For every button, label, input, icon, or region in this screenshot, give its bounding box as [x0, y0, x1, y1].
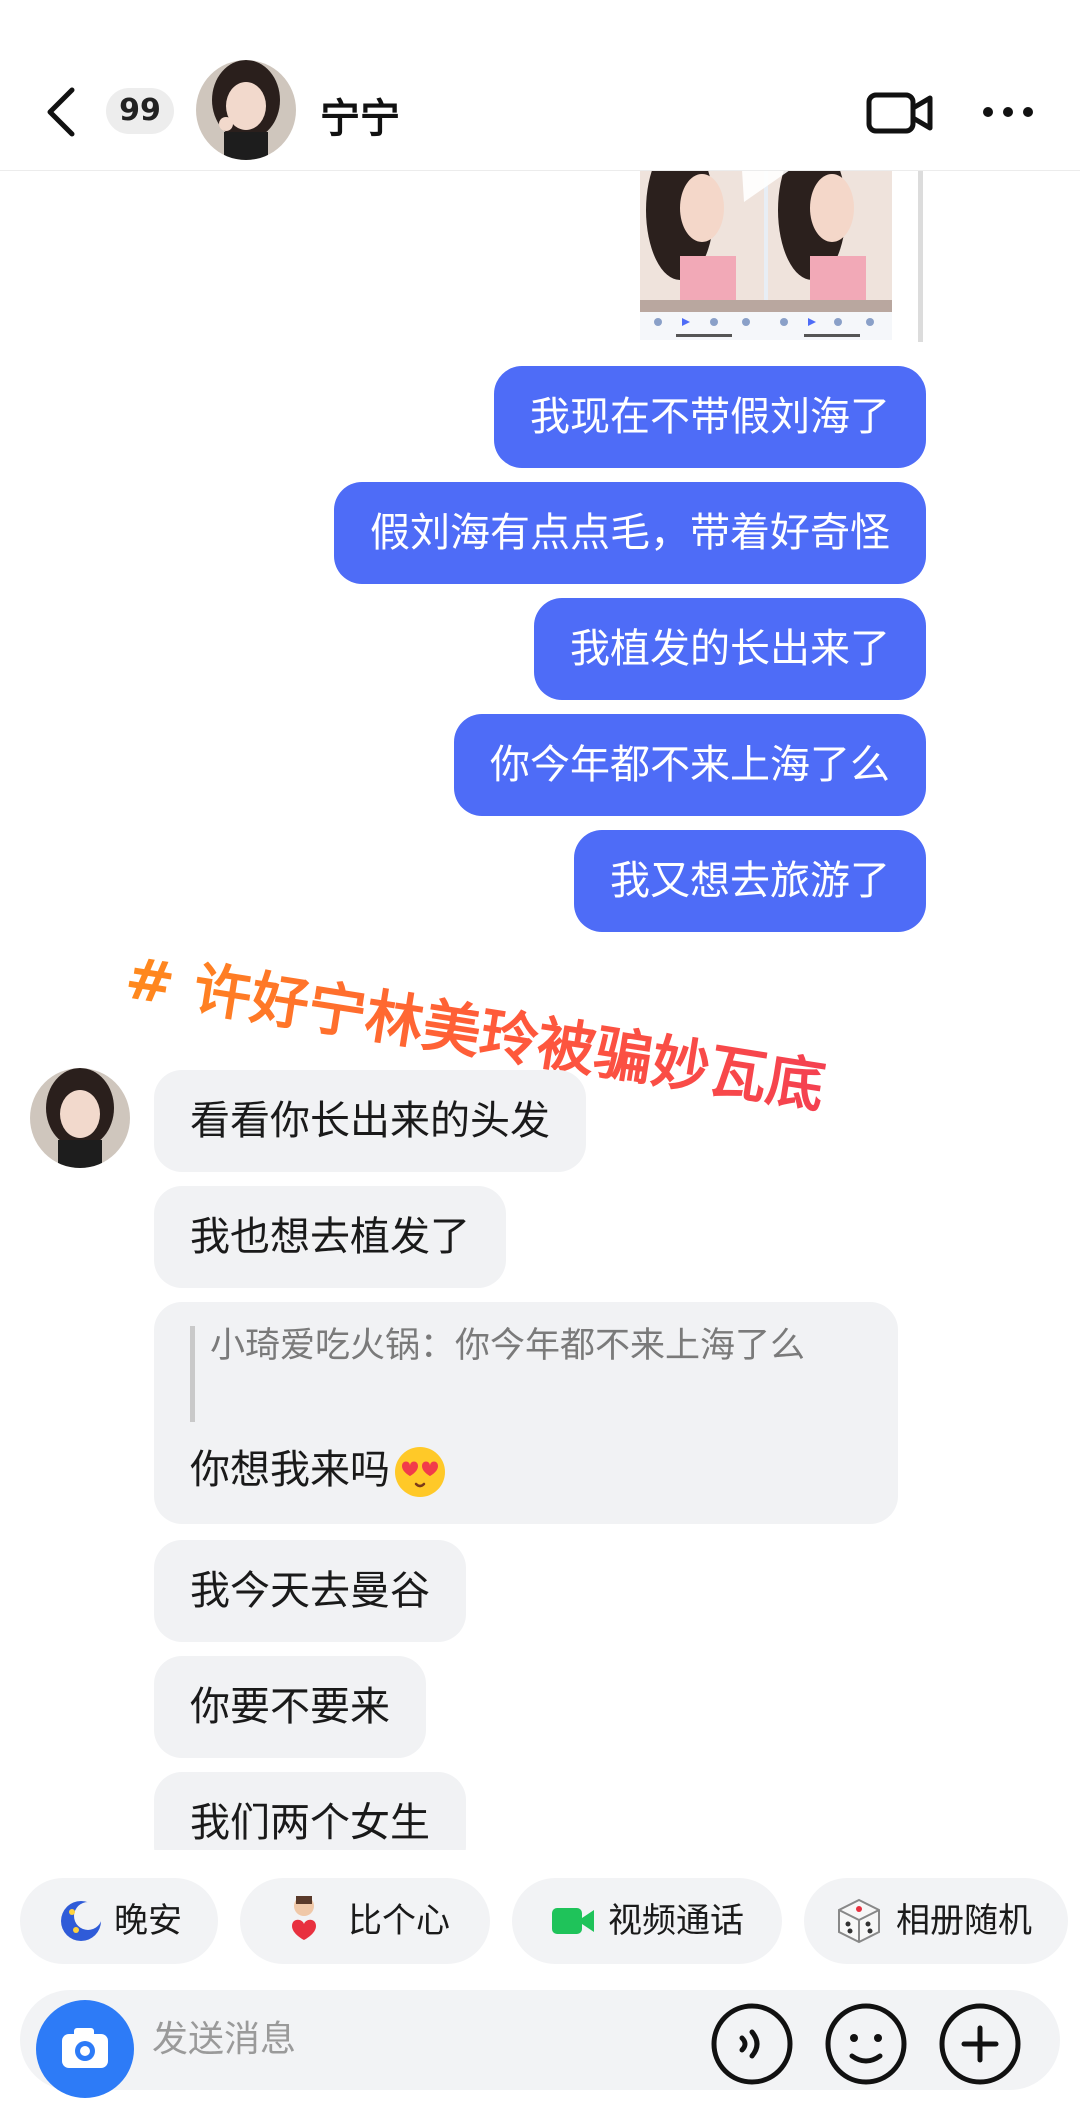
incoming-message[interactable]: 看看你长出来的头发 — [154, 1070, 586, 1172]
unread-count-badge[interactable]: 99 — [106, 88, 174, 134]
video-call-icon[interactable] — [866, 90, 934, 136]
outgoing-message[interactable]: 假刘海有点点毛，带着好奇怪 — [334, 482, 926, 584]
back-arrow-icon[interactable] — [42, 84, 82, 140]
chip-label: 晚安 — [114, 1901, 182, 1941]
quick-reply-heart[interactable]: 比个心 — [240, 1878, 490, 1964]
message-list[interactable]: 我现在不带假刘海了 假刘海有点点毛，带着好奇怪 我植发的长出来了 你今年都不来上… — [0, 170, 1080, 1850]
more-options-icon[interactable] — [980, 102, 1036, 122]
chip-label: 比个心 — [348, 1901, 450, 1941]
quick-reply-video-call[interactable]: 视频通话 — [512, 1878, 782, 1964]
incoming-message[interactable]: 我们两个女生 — [154, 1772, 466, 1850]
incoming-message[interactable]: 我也想去植发了 — [154, 1186, 506, 1288]
contact-name[interactable]: 宁宁 — [320, 86, 400, 144]
message-composer: 发送消息 — [20, 1990, 1060, 2098]
quoted-text: 小琦爱吃火锅：你今年都不来上海了么 — [210, 1326, 806, 1366]
reply-text: 你想我来吗 — [190, 1442, 448, 1500]
emoji-icon[interactable] — [824, 2002, 908, 2086]
incoming-message[interactable]: 我今天去曼谷 — [154, 1540, 466, 1642]
contact-avatar-small[interactable] — [30, 1068, 130, 1168]
plus-icon[interactable] — [938, 2002, 1022, 2086]
chat-header: 99 宁宁 — [0, 0, 1080, 171]
incoming-message[interactable]: 你要不要来 — [154, 1656, 426, 1758]
chip-label: 视频通话 — [608, 1901, 744, 1941]
video-camera-icon — [552, 1908, 594, 1934]
message-input[interactable]: 发送消息 — [152, 2010, 296, 2062]
moon-night-icon — [61, 1901, 102, 1941]
reply-text-label: 你想我来吗 — [190, 1447, 390, 1493]
quoted-reply-message[interactable]: 小琦爱吃火锅：你今年都不来上海了么 你想我来吗 — [154, 1302, 898, 1524]
heart-eyes-emoji-icon — [395, 1447, 445, 1497]
chip-label: 相册随机 — [896, 1901, 1032, 1941]
voice-input-icon[interactable] — [710, 2002, 794, 2086]
camera-button[interactable] — [36, 2000, 134, 2098]
heart-gesture-icon — [292, 1896, 316, 1940]
media-divider — [918, 170, 923, 342]
outgoing-message[interactable]: 你今年都不来上海了么 — [454, 714, 926, 816]
outgoing-message[interactable]: 我又想去旅游了 — [574, 830, 926, 932]
contact-avatar[interactable] — [196, 60, 296, 160]
shared-video-thumbnail[interactable] — [640, 170, 892, 340]
quick-reply-bar: 晚安 比个心 视频通话 相册随机 — [0, 1870, 1080, 1970]
outgoing-message[interactable]: 我植发的长出来了 — [534, 598, 926, 700]
quote-bar — [190, 1326, 195, 1422]
camera-icon — [62, 2028, 108, 2068]
quick-reply-goodnight[interactable]: 晚安 — [20, 1878, 218, 1964]
quick-reply-random-photo[interactable]: 相册随机 — [804, 1878, 1068, 1964]
dice-icon — [838, 1898, 880, 1944]
outgoing-message[interactable]: 我现在不带假刘海了 — [494, 366, 926, 468]
